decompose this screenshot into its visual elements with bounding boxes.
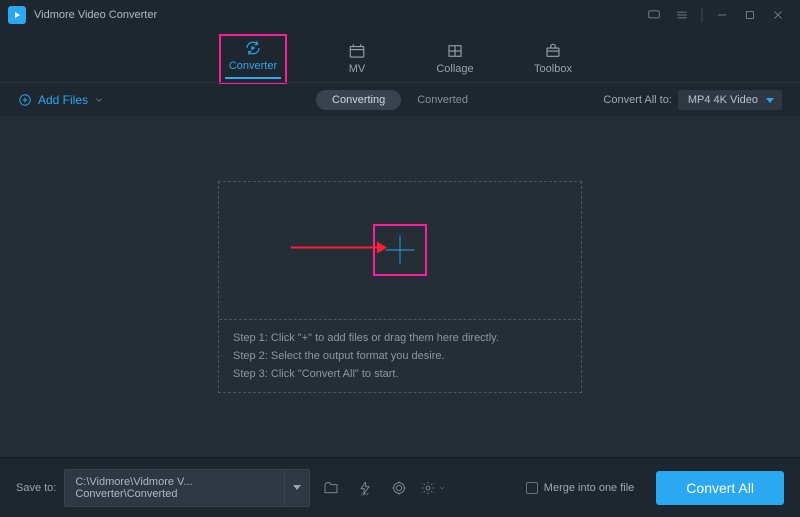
instruction-steps: Step 1: Click "+" to add files or drag t… bbox=[219, 320, 581, 392]
tab-converted[interactable]: Converted bbox=[401, 90, 484, 110]
nav-label: Collage bbox=[436, 63, 473, 75]
chevron-down-icon bbox=[94, 95, 104, 105]
feedback-icon[interactable] bbox=[640, 1, 668, 29]
titlebar: Vidmore Video Converter | bbox=[0, 0, 800, 30]
navbar: Converter MV Collage Toolbox bbox=[0, 30, 800, 82]
nav-label: MV bbox=[349, 63, 366, 75]
app-title: Vidmore Video Converter bbox=[34, 9, 157, 21]
high-speed-icon[interactable] bbox=[386, 475, 412, 501]
nav-toolbox[interactable]: Toolbox bbox=[525, 42, 581, 82]
maximize-icon[interactable] bbox=[736, 1, 764, 29]
convert-all-to: Convert All to: MP4 4K Video bbox=[603, 90, 782, 110]
settings-icon[interactable] bbox=[420, 475, 446, 501]
status-tabs: Converting Converted bbox=[316, 90, 484, 110]
converter-highlight: Converter bbox=[219, 34, 287, 84]
plus-circle-icon bbox=[18, 93, 32, 107]
step-text: Step 3: Click "Convert All" to start. bbox=[233, 368, 567, 380]
save-to-label: Save to: bbox=[16, 482, 56, 494]
merge-label: Merge into one file bbox=[544, 482, 635, 494]
merge-checkbox[interactable]: Merge into one file bbox=[526, 482, 635, 494]
hardware-accel-icon[interactable]: OFF bbox=[352, 475, 378, 501]
open-folder-icon[interactable] bbox=[318, 475, 344, 501]
format-dropdown[interactable]: MP4 4K Video bbox=[678, 90, 782, 110]
nav-label: Toolbox bbox=[534, 63, 572, 75]
save-path-control: C:\Vidmore\Vidmore V... Converter\Conver… bbox=[64, 469, 310, 507]
close-icon[interactable] bbox=[764, 1, 792, 29]
footer: Save to: C:\Vidmore\Vidmore V... Convert… bbox=[0, 457, 800, 517]
titlebar-divider: | bbox=[696, 1, 708, 29]
nav-label: Converter bbox=[229, 60, 277, 72]
annotation-arrow bbox=[291, 241, 387, 260]
step-text: Step 1: Click "+" to add files or drag t… bbox=[233, 332, 567, 344]
chevron-down-icon bbox=[438, 484, 446, 492]
toolbar: Add Files Converting Converted Convert A… bbox=[0, 82, 800, 116]
save-path-input[interactable]: C:\Vidmore\Vidmore V... Converter\Conver… bbox=[64, 469, 284, 507]
svg-text:OFF: OFF bbox=[361, 491, 370, 496]
step-text: Step 2: Select the output format you des… bbox=[233, 350, 567, 362]
plus-icon bbox=[382, 232, 418, 268]
minimize-icon[interactable] bbox=[708, 1, 736, 29]
dropzone[interactable]: Step 1: Click "+" to add files or drag t… bbox=[218, 181, 582, 393]
add-files-button[interactable]: Add Files bbox=[18, 93, 104, 107]
nav-converter[interactable]: Converter bbox=[225, 39, 281, 79]
main-area: Step 1: Click "+" to add files or drag t… bbox=[0, 116, 800, 457]
convert-all-to-label: Convert All to: bbox=[603, 94, 671, 106]
app-logo bbox=[8, 6, 26, 24]
menu-icon[interactable] bbox=[668, 1, 696, 29]
nav-mv[interactable]: MV bbox=[329, 42, 385, 82]
convert-all-button[interactable]: Convert All bbox=[656, 471, 784, 505]
checkbox-box bbox=[526, 482, 538, 494]
save-path-dropdown[interactable] bbox=[284, 469, 310, 507]
dropzone-top bbox=[219, 182, 581, 320]
nav-collage[interactable]: Collage bbox=[427, 42, 483, 82]
tab-converting[interactable]: Converting bbox=[316, 90, 401, 110]
add-files-label: Add Files bbox=[38, 93, 88, 107]
